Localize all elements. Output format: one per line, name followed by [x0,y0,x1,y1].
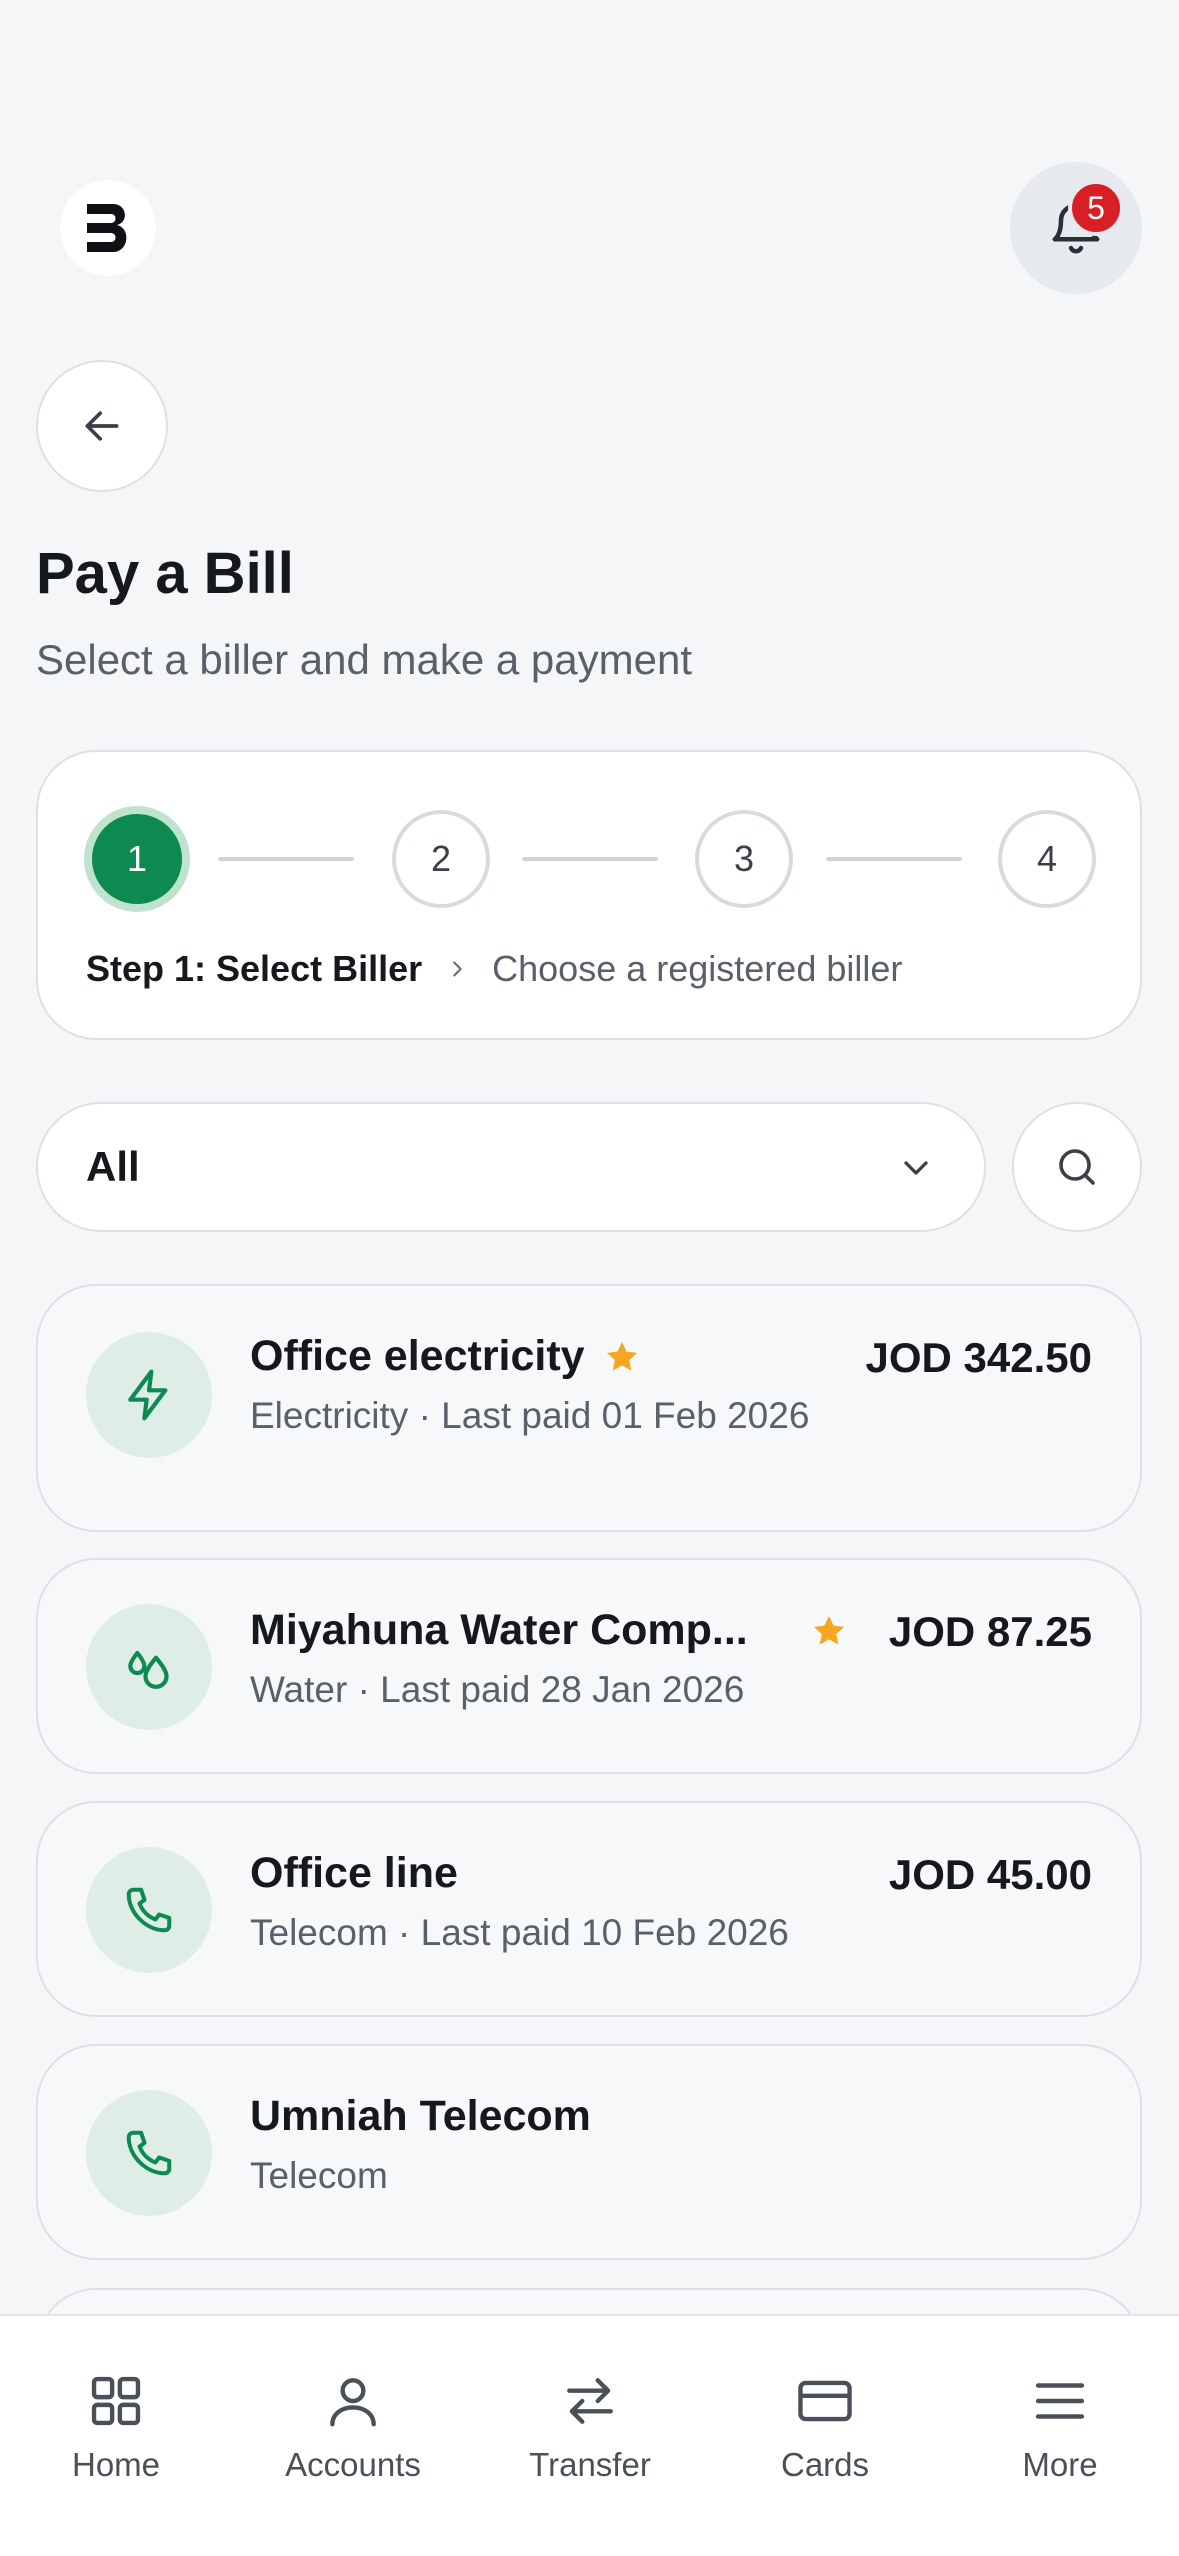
page-title: Pay a Bill [36,541,294,606]
nav-accounts-label: Accounts [285,2446,421,2483]
favorite-star-icon[interactable] [810,1612,848,1650]
step-connector [826,857,962,861]
transfer-arrows-icon [567,2378,613,2424]
biller-meta: Electricity · Last paid 01 Feb 2026 [250,1395,810,1436]
biller-meta: Water · Last paid 28 Jan 2026 [250,1669,745,1710]
category-filter-select[interactable]: All [36,1102,986,1232]
phone-icon [126,2130,172,2176]
current-step-label: Step 1: Select Biller [86,948,423,989]
biller-icon-circle [86,1604,212,1730]
chevron-right-icon [446,951,468,988]
nav-more-label: More [1022,2446,1098,2483]
brand-logo-icon [87,204,127,252]
notifications-badge: 5 [1068,180,1124,236]
biller-item[interactable]: Office line Telecom · Last paid 10 Feb 2… [36,1801,1142,2017]
stepper-card: 1 2 3 4 Step 1: Select Biller Choose a r… [36,750,1142,1040]
nav-home-label: Home [71,2446,161,2483]
step-4: 4 [998,810,1096,908]
step-3: 3 [695,810,793,908]
biller-amount: JOD 342.50 [865,1334,1093,1381]
biller-amount: JOD 45.00 [888,1851,1092,1898]
user-icon [330,2378,376,2427]
nav-more[interactable]: More [960,2370,1160,2484]
search-icon [1059,1149,1095,1185]
chevron-down-icon [896,1148,936,1198]
card-icon [798,2380,852,2422]
nav-home[interactable]: Home [16,2370,216,2484]
step-connector [522,857,658,861]
favorite-star-icon[interactable] [603,1338,641,1376]
biller-name: Office line [250,1849,458,1898]
brand-logo [60,180,156,276]
phone-icon [126,1887,172,1933]
biller-icon-circle [86,1847,212,1973]
biller-amount: JOD 87.25 [888,1608,1092,1655]
biller-name-text: Miyahuna Water Comp... [250,1606,748,1654]
step-connector [218,857,354,861]
category-filter-value: All [86,1143,140,1190]
arrow-left-icon [85,411,119,441]
step-2: 2 [392,810,490,908]
nav-accounts[interactable]: Accounts [253,2370,453,2484]
grid-icon [91,2376,141,2426]
biller-name: Umniah Telecom [250,2092,591,2141]
biller-name-text: Office line [250,1849,458,1897]
biller-icon-circle [86,1332,212,1458]
biller-meta: Telecom · Last paid 10 Feb 2026 [250,1912,789,1953]
nav-cards-label: Cards [780,2446,870,2483]
biller-item[interactable]: Office electricity Electricity · Last pa… [36,1284,1142,1532]
nav-transfer[interactable]: Transfer [490,2370,690,2484]
biller-name-text: Office electricity [250,1332,585,1380]
biller-name: Office electricity [250,1332,641,1381]
step-1: 1 [84,806,190,912]
lightning-icon [128,1369,168,1421]
biller-meta: Telecom [250,2155,388,2196]
biller-name-text: Umniah Telecom [250,2092,591,2140]
biller-icon-circle [86,2090,212,2216]
nav-cards[interactable]: Cards [725,2370,925,2484]
search-button[interactable] [1012,1102,1142,1232]
back-button[interactable] [36,360,168,492]
menu-icon [1035,2383,1085,2419]
page-subtitle: Select a biller and make a payment [36,636,693,683]
biller-item[interactable]: Miyahuna Water Comp... Water · Last paid… [36,1558,1142,1774]
biller-name: Miyahuna Water Comp... [250,1606,748,1655]
water-drops-icon [128,1650,169,1689]
nav-transfer-label: Transfer [529,2446,651,2483]
bottom-navigation: Home Accounts Transfer Cards More [0,2314,1179,2556]
step-caption: Step 1: Select Biller Choose a registere… [86,948,902,990]
biller-item[interactable]: Umniah Telecom Telecom [36,2044,1142,2260]
current-step-description: Choose a registered biller [492,948,903,989]
